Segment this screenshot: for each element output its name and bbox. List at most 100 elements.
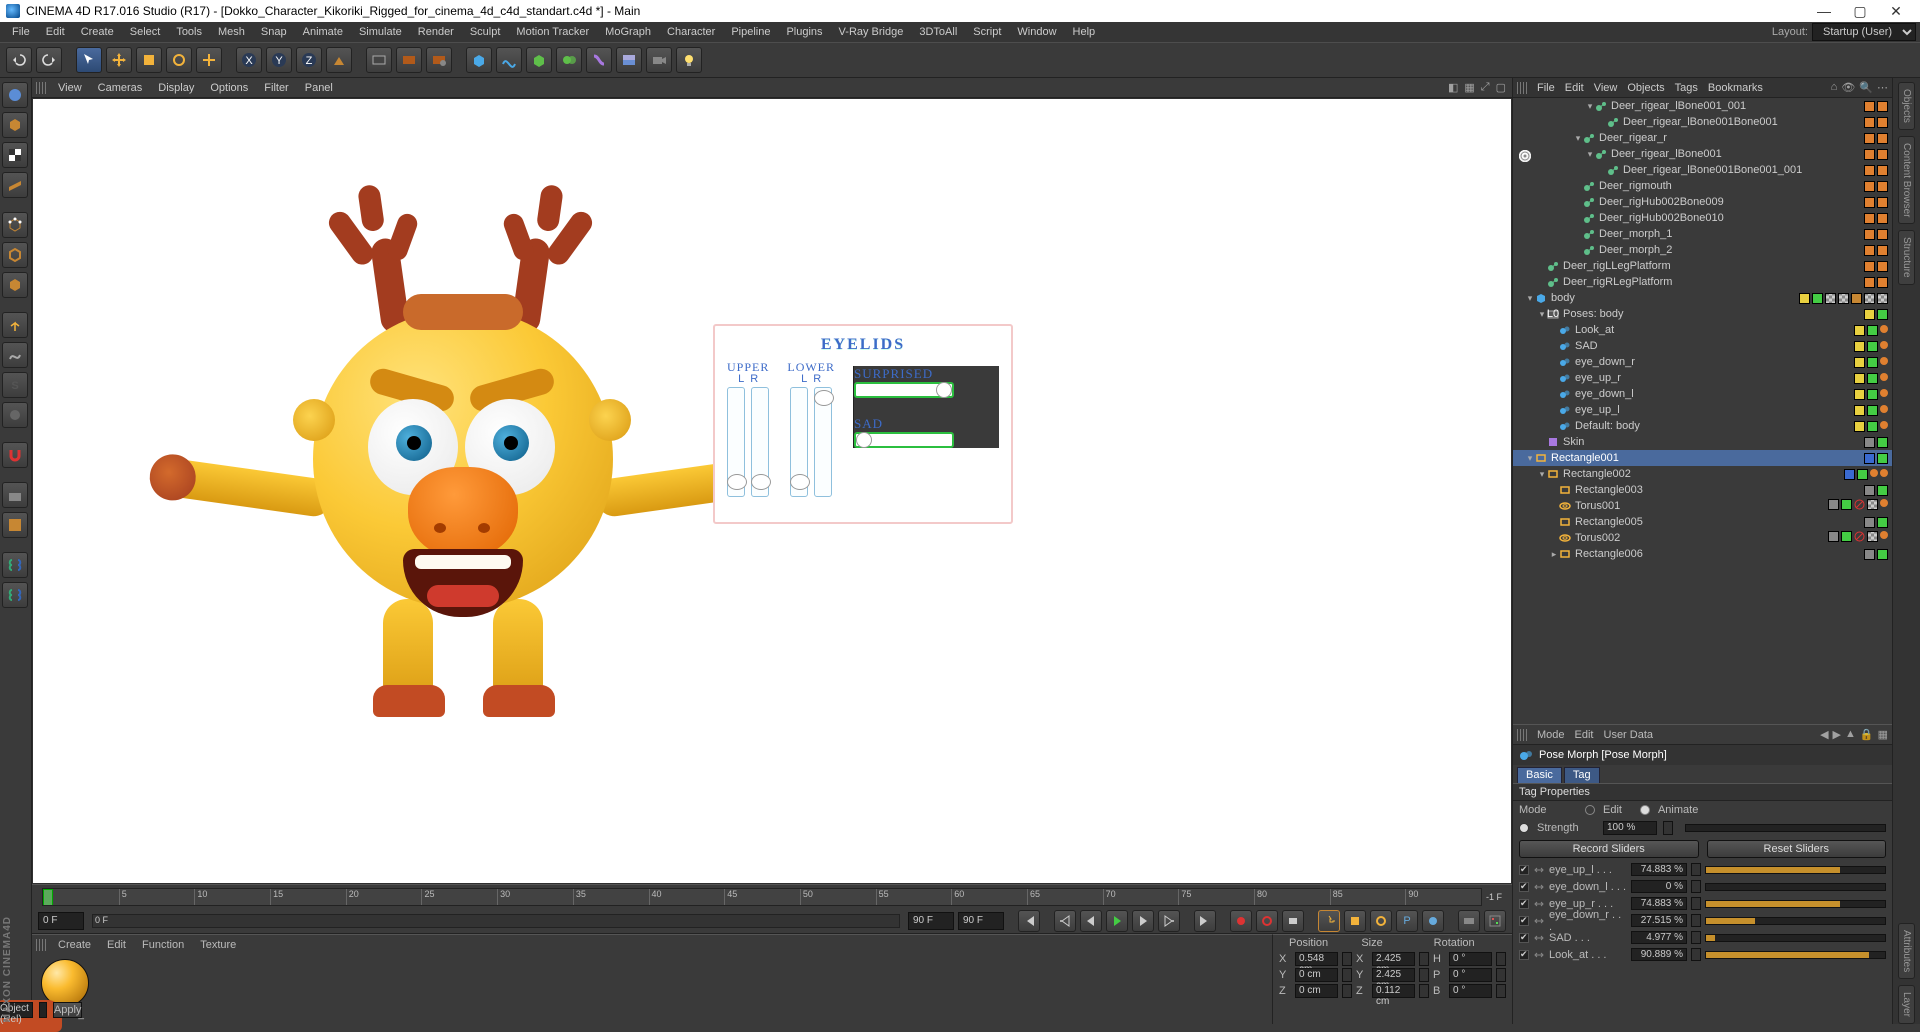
obj-tag[interactable] — [1877, 293, 1888, 304]
y-axis-button[interactable]: Y — [266, 47, 292, 73]
obj-tag[interactable] — [1851, 293, 1862, 304]
obj-row-eye_up_l[interactable]: eye_up_l — [1513, 402, 1892, 418]
attr-lock-icon[interactable]: 🔒 — [1860, 728, 1874, 741]
sidetab-attributes[interactable]: Attributes — [1898, 923, 1915, 979]
coord-Y-pos[interactable]: 0 cm — [1295, 968, 1338, 982]
menu-snap[interactable]: Snap — [253, 24, 295, 40]
scale-tool[interactable] — [136, 47, 162, 73]
generator-button[interactable] — [526, 47, 552, 73]
viewmenu-filter[interactable]: Filter — [256, 80, 296, 96]
vp-icon-1[interactable]: ◧ — [1446, 81, 1460, 94]
obj-row-Deer_rigHub002Bone010[interactable]: Deer_rigHub002Bone010 — [1513, 210, 1892, 226]
layer-tag[interactable] — [1877, 485, 1888, 496]
obj-tag[interactable] — [1880, 389, 1888, 400]
attr-menu-edit[interactable]: Edit — [1575, 729, 1594, 741]
disclosure-icon[interactable]: ▾ — [1585, 101, 1595, 112]
obj-tag[interactable] — [1880, 469, 1888, 480]
menu-file[interactable]: File — [4, 24, 38, 40]
objmgr-icon-4[interactable]: ⋯ — [1877, 81, 1888, 94]
menu-mesh[interactable]: Mesh — [210, 24, 253, 40]
matmenu-edit[interactable]: Edit — [99, 937, 134, 953]
generator2-button[interactable] — [556, 47, 582, 73]
obj-row-SAD[interactable]: SAD — [1513, 338, 1892, 354]
menu-pipeline[interactable]: Pipeline — [723, 24, 778, 40]
layer-tag[interactable] — [1877, 437, 1888, 448]
obj-row-Rectangle005[interactable]: Rectangle005 — [1513, 514, 1892, 530]
goto-start-button[interactable] — [1018, 910, 1040, 932]
coord-B-rot[interactable]: 0 ° — [1449, 984, 1492, 998]
layer-tag[interactable] — [1877, 149, 1888, 160]
range-end-input[interactable]: 90 F — [908, 912, 954, 930]
obj-tag[interactable] — [1880, 357, 1888, 368]
obj-tag[interactable] — [1864, 293, 1875, 304]
morph-enable-check[interactable] — [1519, 933, 1529, 943]
layer-tag[interactable] — [1877, 165, 1888, 176]
link-icon[interactable] — [1533, 898, 1545, 910]
obj-tag[interactable] — [1880, 499, 1888, 513]
layer-tag[interactable] — [1867, 341, 1878, 352]
planar-wp[interactable] — [2, 512, 28, 538]
obj-row-Deer_morph_2[interactable]: Deer_morph_2 — [1513, 242, 1892, 258]
morph-value-input[interactable]: 90.889 % — [1631, 948, 1687, 961]
menu-simulate[interactable]: Simulate — [351, 24, 410, 40]
obj-tag[interactable] — [1854, 531, 1865, 545]
fcurve-open-button[interactable] — [1484, 910, 1506, 932]
objmgr-menu-bookmarks[interactable]: Bookmarks — [1708, 82, 1763, 94]
object-manager[interactable]: ▾ Deer_rigear_lBone001_001 Deer_rigear_l… — [1513, 98, 1892, 724]
sidetab-content-browser[interactable]: Content Browser — [1898, 136, 1915, 224]
link-icon[interactable] — [1533, 864, 1545, 876]
record-button[interactable] — [1230, 910, 1252, 932]
last-tool[interactable] — [196, 47, 222, 73]
record-sliders-button[interactable]: Record Sliders — [1519, 840, 1699, 858]
viewmenu-panel[interactable]: Panel — [297, 80, 341, 96]
key-param-button[interactable]: P — [1396, 910, 1418, 932]
layer-tag[interactable] — [1877, 133, 1888, 144]
obj-row-Default: body[interactable]: Default: body — [1513, 418, 1892, 434]
attr-tab-basic[interactable]: Basic — [1517, 767, 1562, 783]
layer-tag[interactable] — [1877, 309, 1888, 320]
link-icon[interactable] — [1533, 949, 1545, 961]
obj-tag[interactable] — [1867, 499, 1878, 513]
menu-v-ray-bridge[interactable]: V-Ray Bridge — [831, 24, 912, 40]
obj-row-Deer_rigear_lBone001Bone001[interactable]: Deer_rigear_lBone001Bone001 — [1513, 114, 1892, 130]
sidetab-layer[interactable]: Layer — [1898, 985, 1915, 1024]
morph-value-input[interactable]: 27.515 % — [1631, 914, 1687, 927]
spinner[interactable] — [1691, 880, 1701, 893]
menu-select[interactable]: Select — [122, 24, 169, 40]
attr-strength-keyable[interactable] — [1519, 823, 1529, 833]
spinner[interactable] — [1691, 931, 1701, 944]
layer-tag[interactable] — [1877, 117, 1888, 128]
layer-tag[interactable] — [1867, 325, 1878, 336]
axis-mode-button[interactable] — [2, 312, 28, 338]
obj-row-eye_down_l[interactable]: eye_down_l — [1513, 386, 1892, 402]
sidetab-objects[interactable]: Objects — [1898, 82, 1915, 130]
layer-tag[interactable] — [1864, 453, 1875, 464]
attr-nav-up[interactable]: ▲ — [1845, 728, 1856, 741]
hud-panel[interactable]: EYELIDS UPPER LR LOWER LR — [713, 324, 1013, 524]
obj-row-Rectangle003[interactable]: Rectangle003 — [1513, 482, 1892, 498]
autokey-button[interactable] — [1256, 910, 1278, 932]
layer-tag[interactable] — [1864, 277, 1875, 288]
layer-tag[interactable] — [1864, 101, 1875, 112]
coord-X-pos[interactable]: 0.548 cm — [1295, 952, 1338, 966]
attr-strength-spinner[interactable] — [1663, 821, 1673, 835]
morph-value-input[interactable]: 74.883 % — [1631, 863, 1687, 876]
obj-row-Look_at[interactable]: Look_at — [1513, 322, 1892, 338]
select-tool[interactable] — [76, 47, 102, 73]
key-pla-button[interactable] — [1422, 910, 1444, 932]
link-icon[interactable] — [1533, 915, 1545, 927]
key-pos-button[interactable] — [1318, 910, 1340, 932]
objmgr-icon-2[interactable]: 👁 — [1841, 81, 1855, 94]
layer-tag[interactable] — [1864, 309, 1875, 320]
range-slider[interactable]: 0 F — [92, 914, 900, 928]
attr-strength-input[interactable]: 100 % — [1603, 821, 1657, 835]
key-scale-button[interactable] — [1344, 910, 1366, 932]
vp-icon-4[interactable]: ▢ — [1494, 81, 1508, 94]
project-end-input[interactable]: 90 F — [958, 912, 1004, 930]
layer-tag[interactable] — [1877, 453, 1888, 464]
attr-strength-slider[interactable] — [1685, 824, 1886, 832]
layer-tag[interactable] — [1864, 165, 1875, 176]
matmenu-create[interactable]: Create — [50, 937, 99, 953]
layer-tag[interactable] — [1854, 373, 1865, 384]
viewport[interactable]: EYELIDS UPPER LR LOWER LR — [33, 99, 1511, 883]
